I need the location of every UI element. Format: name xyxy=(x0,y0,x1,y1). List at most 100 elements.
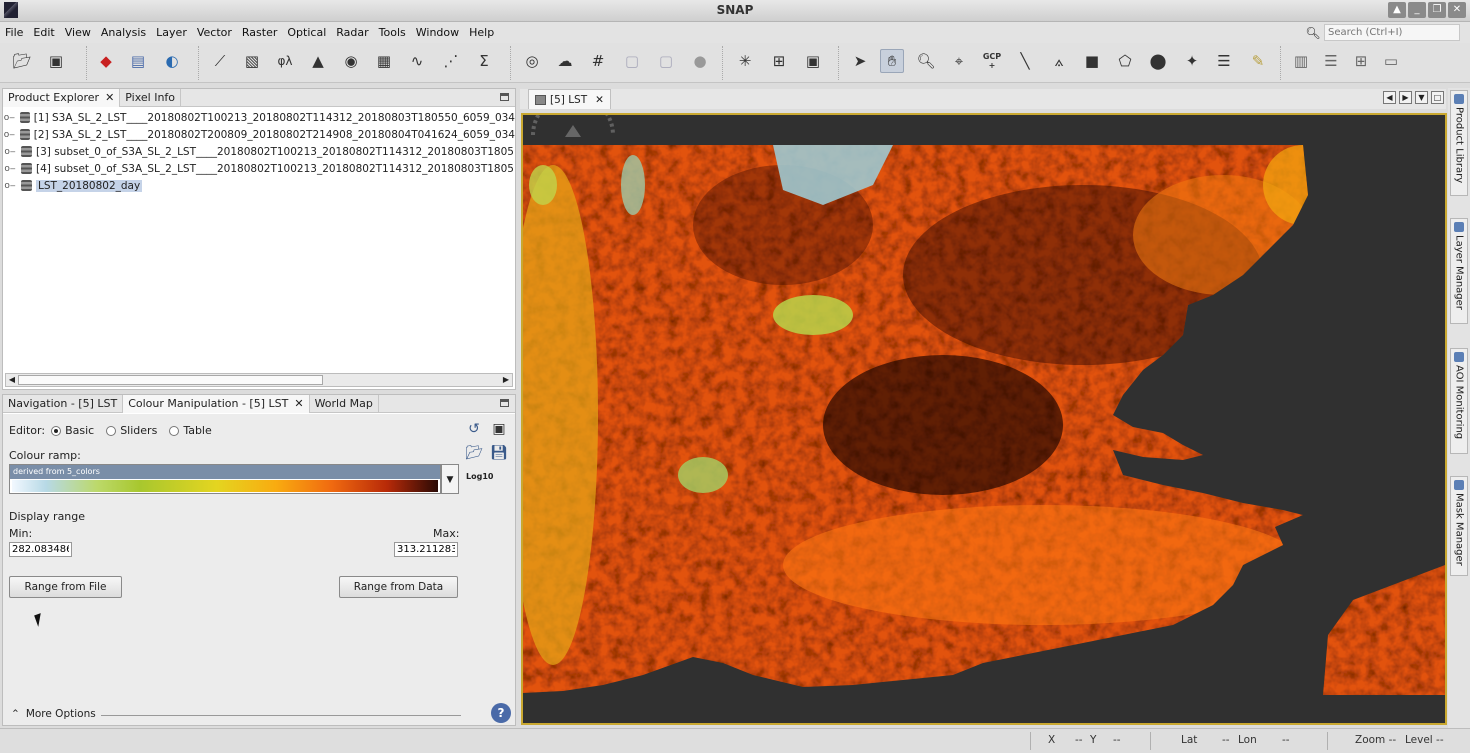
save-product-icon[interactable]: ▣ xyxy=(44,49,68,73)
editor-table-radio[interactable]: Table xyxy=(169,424,212,437)
list-item[interactable]: o‒ [4] subset_0_of_S3A_SL_2_LST____20180… xyxy=(3,160,515,177)
tab-world-map[interactable]: World Map xyxy=(310,395,379,413)
menu-vector[interactable]: Vector xyxy=(192,26,237,39)
help-button[interactable]: ? xyxy=(491,703,511,723)
window-close-button[interactable]: ✕ xyxy=(1448,2,1466,18)
range-from-data-button[interactable]: Range from Data xyxy=(339,576,458,598)
menu-view[interactable]: View xyxy=(60,26,96,39)
export-icon[interactable]: 💾︎ xyxy=(490,444,508,462)
horizontal-scrollbar[interactable]: ◀ ▶ xyxy=(5,373,513,387)
graph-builder-icon[interactable]: ✳︎ xyxy=(733,49,757,73)
tab-product-explorer[interactable]: Product Explorer ✕ xyxy=(3,89,121,107)
min-field[interactable] xyxy=(9,542,72,557)
sync-views-icon[interactable]: ◎ xyxy=(520,49,544,73)
expand-icon[interactable]: o‒ xyxy=(3,181,17,191)
tile-single-icon[interactable]: ▭ xyxy=(1379,49,1403,73)
graticule-icon[interactable]: # xyxy=(586,49,610,73)
close-icon[interactable]: ✕ xyxy=(294,397,303,410)
tab-lst-view[interactable]: [5] LST ✕ xyxy=(528,89,611,109)
histogram-icon[interactable]: ▲ xyxy=(306,49,330,73)
import-icon[interactable]: 📂︎ xyxy=(465,444,483,462)
ellipse-tool-icon[interactable]: ⬤ xyxy=(1146,49,1170,73)
tab-product-library[interactable]: Product Library xyxy=(1450,90,1468,196)
band-maths-icon[interactable]: ◆ xyxy=(94,49,118,73)
open-product-icon[interactable]: 📂︎ xyxy=(10,49,34,73)
max-field[interactable] xyxy=(394,542,458,557)
expand-icon[interactable]: o‒ xyxy=(3,147,17,157)
list-item[interactable]: o‒ [1] S3A_SL_2_LST____20180802T100213_2… xyxy=(3,109,515,126)
overlay-icon[interactable]: ▢ xyxy=(620,49,644,73)
tab-navigation[interactable]: Navigation - [5] LST xyxy=(3,395,124,413)
menu-layer[interactable]: Layer xyxy=(151,26,192,39)
tab-pixel-info[interactable]: Pixel Info xyxy=(120,89,182,107)
editor-sliders-radio[interactable]: Sliders xyxy=(106,424,157,437)
select-tool-icon[interactable]: ➤ xyxy=(848,49,872,73)
menu-file[interactable]: File xyxy=(0,26,28,39)
list-item[interactable]: o‒ [2] S3A_SL_2_LST____20180802T200809_2… xyxy=(3,126,515,143)
magic-wand-icon[interactable]: ✦ xyxy=(1180,49,1204,73)
menu-raster[interactable]: Raster xyxy=(237,26,282,39)
menu-help[interactable]: Help xyxy=(464,26,499,39)
lst-image-view[interactable] xyxy=(521,113,1447,725)
pencil-icon[interactable]: ✎ xyxy=(1246,49,1270,73)
menu-radar[interactable]: Radar xyxy=(331,26,373,39)
next-tab-icon[interactable]: ▶ xyxy=(1399,91,1412,104)
pin-tool-icon[interactable]: ⌖ xyxy=(947,49,971,73)
menu-optical[interactable]: Optical xyxy=(282,26,331,39)
tab-mask-manager[interactable]: Mask Manager xyxy=(1450,476,1468,576)
scroll-right-icon[interactable]: ▶ xyxy=(500,374,512,386)
scatter-icon[interactable]: ⋰ xyxy=(439,49,463,73)
statistics-icon[interactable]: ▦ xyxy=(372,49,396,73)
maximize-view-icon[interactable]: □ xyxy=(1431,91,1444,104)
information-icon[interactable]: ◉ xyxy=(339,49,363,73)
expand-icon[interactable]: o‒ xyxy=(3,113,16,123)
batch-processing-icon[interactable]: ⊞ xyxy=(767,49,791,73)
list-item[interactable]: o‒ LST_20180802_day xyxy=(3,177,515,194)
scroll-left-icon[interactable]: ◀ xyxy=(6,374,18,386)
world-wind-icon[interactable]: ◐ xyxy=(160,49,184,73)
close-icon[interactable]: ✕ xyxy=(595,94,604,106)
previous-tab-icon[interactable]: ◀ xyxy=(1383,91,1396,104)
scatter-plot-icon[interactable]: ▧ xyxy=(240,49,264,73)
sync-cursor-icon[interactable]: ☁︎ xyxy=(553,49,577,73)
pan-tool-icon[interactable]: ✋︎ xyxy=(880,49,904,73)
window-up-icon[interactable]: ▲ xyxy=(1388,2,1406,18)
gcp-tool-icon[interactable]: GCP + xyxy=(980,49,1004,73)
overlay3-icon[interactable]: ● xyxy=(688,49,712,73)
menu-tools[interactable]: Tools xyxy=(374,26,411,39)
layer-editor-icon[interactable]: ▣ xyxy=(801,49,825,73)
rectangle-tool-icon[interactable]: ■ xyxy=(1080,49,1104,73)
menu-analysis[interactable]: Analysis xyxy=(96,26,151,39)
expand-icon[interactable]: o‒ xyxy=(3,130,16,140)
chevron-down-icon[interactable]: ▼ xyxy=(441,464,459,494)
zoom-tool-icon[interactable]: 🔍︎ xyxy=(914,49,938,73)
geo-coding-icon[interactable]: φλ xyxy=(273,49,297,73)
window-minimize-button[interactable]: _ xyxy=(1408,2,1426,18)
minimize-icon[interactable] xyxy=(500,93,509,101)
editor-basic-radio[interactable]: Basic xyxy=(51,424,94,437)
more-options-toggle[interactable]: ⌃ More Options xyxy=(11,708,96,720)
sum-icon[interactable]: Σ xyxy=(472,49,496,73)
range-from-file-button[interactable]: Range from File xyxy=(9,576,122,598)
menu-window[interactable]: Window xyxy=(411,26,464,39)
polygon-tool-icon[interactable]: ⬠ xyxy=(1113,49,1137,73)
tile-grid-icon[interactable]: ⊞ xyxy=(1349,49,1373,73)
search-icon[interactable]: 🔍︎ xyxy=(1302,26,1324,40)
scroll-thumb[interactable] xyxy=(18,375,323,385)
line-tool-icon[interactable]: ╲ xyxy=(1013,49,1037,73)
profile-plot-icon[interactable]: ⟋ xyxy=(208,49,232,73)
tile-horizontal-icon[interactable]: ▥ xyxy=(1289,49,1313,73)
multi-apply-icon[interactable]: ▣ xyxy=(490,420,508,438)
window-maximize-button[interactable]: ❐ xyxy=(1428,2,1446,18)
range-finder-icon[interactable]: ☰ xyxy=(1212,49,1236,73)
reset-icon[interactable]: ↺ xyxy=(465,420,483,438)
tab-layer-manager[interactable]: Layer Manager xyxy=(1450,218,1468,324)
tab-list-icon[interactable]: ▼ xyxy=(1415,91,1428,104)
expand-icon[interactable]: o‒ xyxy=(3,164,17,174)
open-rgb-icon[interactable]: ▤ xyxy=(126,49,150,73)
menu-edit[interactable]: Edit xyxy=(28,26,59,39)
list-item[interactable]: o‒ [3] subset_0_of_S3A_SL_2_LST____20180… xyxy=(3,143,515,160)
colour-ramp-select[interactable]: derived from 5_colors xyxy=(9,464,441,494)
spectrum-icon[interactable]: ∿ xyxy=(405,49,429,73)
overlay2-icon[interactable]: ▢ xyxy=(654,49,678,73)
